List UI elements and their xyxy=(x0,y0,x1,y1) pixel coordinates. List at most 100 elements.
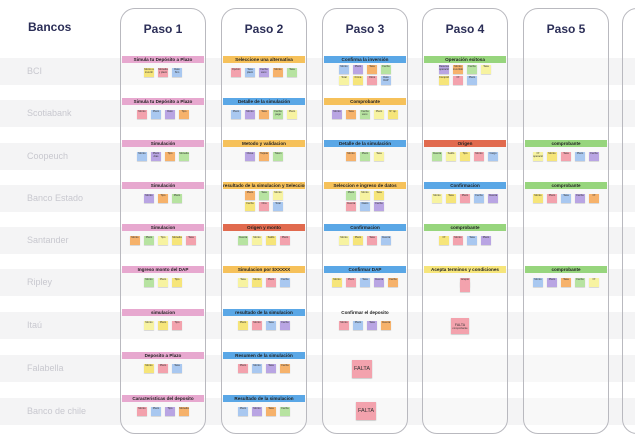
step-card[interactable]: Caracteristicas del deposito Monto Plazo Ti… xyxy=(120,395,206,429)
step-card[interactable]: Origen y monto Cuenta Monto Saldo Plazo xyxy=(221,224,307,258)
sticky-note[interactable]: Tasa xyxy=(266,321,276,330)
sticky-note[interactable]: Plazo xyxy=(360,152,370,161)
sticky-note[interactable]: Tasa xyxy=(360,278,370,287)
sticky-note[interactable]: Monto xyxy=(332,278,342,287)
sticky-note[interactable]: Tasa xyxy=(374,152,384,161)
sticky-note[interactable]: Fecha xyxy=(245,202,255,211)
sticky-note[interactable]: Tasa xyxy=(446,194,456,203)
sticky-note[interactable]: Tasa xyxy=(374,191,384,200)
sticky-note[interactable]: Tipo xyxy=(179,110,189,119)
sticky-note[interactable]: Monto xyxy=(273,68,283,77)
sticky-note[interactable]: Fecha xyxy=(474,194,484,203)
sticky-note[interactable]: Nº operación xyxy=(533,152,543,161)
sticky-note[interactable]: Tasa xyxy=(467,236,477,245)
sticky-note[interactable]: Fecha xyxy=(280,278,290,287)
missing-step-note[interactable]: FALTA xyxy=(356,402,376,420)
sticky-note[interactable]: Fecha venc. xyxy=(360,110,370,119)
sticky-note[interactable]: Dato DAP xyxy=(381,76,391,85)
sticky-note[interactable]: Plazo xyxy=(151,407,161,416)
sticky-note[interactable]: Nº xyxy=(453,76,463,85)
step-card[interactable]: comprobante Monto Plazo Tasa Fecha Nº xyxy=(523,182,609,216)
sticky-note[interactable]: Monto xyxy=(533,194,543,203)
step-card[interactable]: simulacion Monto Plazo Tipo xyxy=(120,309,206,343)
step-card[interactable]: Resultado de la simulacion Plazo Monto Tasa… xyxy=(221,395,307,429)
sticky-note[interactable]: Monto xyxy=(137,407,147,416)
sticky-note[interactable]: Monto xyxy=(360,191,370,200)
sticky-note[interactable]: Moneda xyxy=(172,236,182,245)
sticky-note[interactable]: Plazo xyxy=(151,110,161,119)
sticky-note[interactable]: Fecha xyxy=(467,65,477,74)
sticky-note[interactable]: Plazo xyxy=(144,236,154,245)
step-card[interactable]: Confirma la inversión Monto Plazo Tasa Fecha… xyxy=(322,56,408,90)
sticky-note[interactable]: Monto xyxy=(252,364,262,373)
sticky-note[interactable]: Nº xyxy=(589,194,599,203)
sticky-note[interactable]: Fecha xyxy=(589,152,599,161)
sticky-note[interactable]: Plazo xyxy=(172,194,182,203)
sticky-note[interactable]: Otros xyxy=(367,76,377,85)
sticky-note[interactable]: Monto xyxy=(332,110,342,119)
sticky-note[interactable]: Monto xyxy=(252,236,262,245)
sticky-note[interactable]: Tasa xyxy=(238,278,248,287)
sticky-note[interactable]: Monto xyxy=(339,236,349,245)
sticky-note[interactable]: Nº op. xyxy=(388,110,398,119)
sticky-note[interactable]: Plazo xyxy=(266,278,276,287)
step-card[interactable]: Seleccion e ingreso de datos Plazo Monto Ta… xyxy=(322,182,408,216)
sticky-note[interactable]: Saldo xyxy=(266,236,276,245)
sticky-note[interactable]: Fecha pago xyxy=(273,110,283,119)
sticky-note[interactable]: Total xyxy=(273,202,283,211)
sticky-note[interactable]: Plazo xyxy=(346,278,356,287)
sticky-note[interactable]: Resumen operación xyxy=(439,65,449,74)
sticky-note[interactable]: Tasa xyxy=(367,236,377,245)
sticky-note[interactable]: Cargo xyxy=(488,152,498,161)
sticky-note[interactable]: Moneda xyxy=(179,152,189,161)
sticky-note[interactable]: Tasa xyxy=(287,68,297,77)
sticky-note[interactable]: Plazo xyxy=(460,194,470,203)
sticky-note[interactable]: Cuenta xyxy=(346,202,356,211)
step-card[interactable]: Comprobante Monto Tasa Fecha venc. Plazo Nº o… xyxy=(322,98,408,132)
sticky-note[interactable]: Tasa xyxy=(186,236,196,245)
step-card[interactable]: Origen Cuenta Saldo Tipo Monto Cargo xyxy=(422,140,508,174)
sticky-note[interactable]: Tarjeta xyxy=(259,152,269,161)
sticky-note[interactable]: Monto xyxy=(137,152,147,161)
sticky-note[interactable]: Monto xyxy=(547,152,557,161)
sticky-note[interactable]: Monto xyxy=(137,110,147,119)
sticky-note[interactable]: Tasa xyxy=(561,194,571,203)
step-card[interactable]: Simulacion por $XXXXX Tasa Monto Plazo Fecha xyxy=(221,266,307,300)
sticky-note[interactable]: Plazo xyxy=(158,278,168,287)
sticky-note[interactable]: Tasa xyxy=(172,364,182,373)
sticky-note[interactable]: Tipo xyxy=(172,278,182,287)
step-card[interactable]: Simulación Monto Plazo días Tipo Moneda xyxy=(120,140,206,174)
sticky-note[interactable]: Tasa xyxy=(561,278,571,287)
sticky-note[interactable]: Monto xyxy=(130,236,140,245)
sticky-note[interactable]: Plazo xyxy=(158,364,168,373)
missing-step-note[interactable]: FALTA comprobante xyxy=(451,318,469,334)
sticky-note[interactable]: Moneda y plazo xyxy=(158,68,168,77)
sticky-note[interactable]: Tasa plazo xyxy=(245,68,255,77)
sticky-note[interactable]: Cuenta xyxy=(432,152,442,161)
missing-step-note[interactable]: FALTA xyxy=(352,360,372,378)
sticky-note[interactable]: Total xyxy=(339,76,349,85)
step-card[interactable]: comprobante Monto Plazo Tasa Fecha Nº xyxy=(523,266,609,300)
sticky-note[interactable]: Plazo xyxy=(238,321,248,330)
sticky-note[interactable]: Monto xyxy=(144,321,154,330)
sticky-note[interactable]: Plazo xyxy=(575,152,585,161)
sticky-note[interactable]: Nº xyxy=(439,236,449,245)
sticky-note[interactable]: Dato Sim xyxy=(172,68,182,77)
sticky-note[interactable]: Tipo xyxy=(158,236,168,245)
sticky-note[interactable]: Plazo xyxy=(238,407,248,416)
sticky-note[interactable]: Saldo xyxy=(446,152,456,161)
step-card[interactable]: Confirmacion Monto Tasa Plazo Fecha Cuenta xyxy=(422,182,508,216)
sticky-note[interactable]: Monto xyxy=(252,407,262,416)
sticky-note[interactable]: Monto xyxy=(474,152,484,161)
step-card[interactable]: resultado de la simulacion y Selecciona … xyxy=(221,182,307,216)
step-card[interactable]: Resumen de la simulación Plazo Monto Tasa Fe… xyxy=(221,352,307,386)
sticky-note[interactable]: Nº xyxy=(589,278,599,287)
step-card[interactable]: comprobante Nº operación Monto Tasa Plazo Fec… xyxy=(523,140,609,174)
sticky-note[interactable]: Plazo xyxy=(280,236,290,245)
sticky-note[interactable]: Fecha xyxy=(280,321,290,330)
sticky-note[interactable]: Clave xyxy=(245,152,255,161)
sticky-note[interactable]: Plazo xyxy=(353,236,363,245)
step-card[interactable]: Detalle de la simulación Monto Plazo Tasa xyxy=(322,140,408,174)
sticky-note[interactable]: Monto xyxy=(273,191,283,200)
sticky-note[interactable]: Plazo xyxy=(158,321,168,330)
